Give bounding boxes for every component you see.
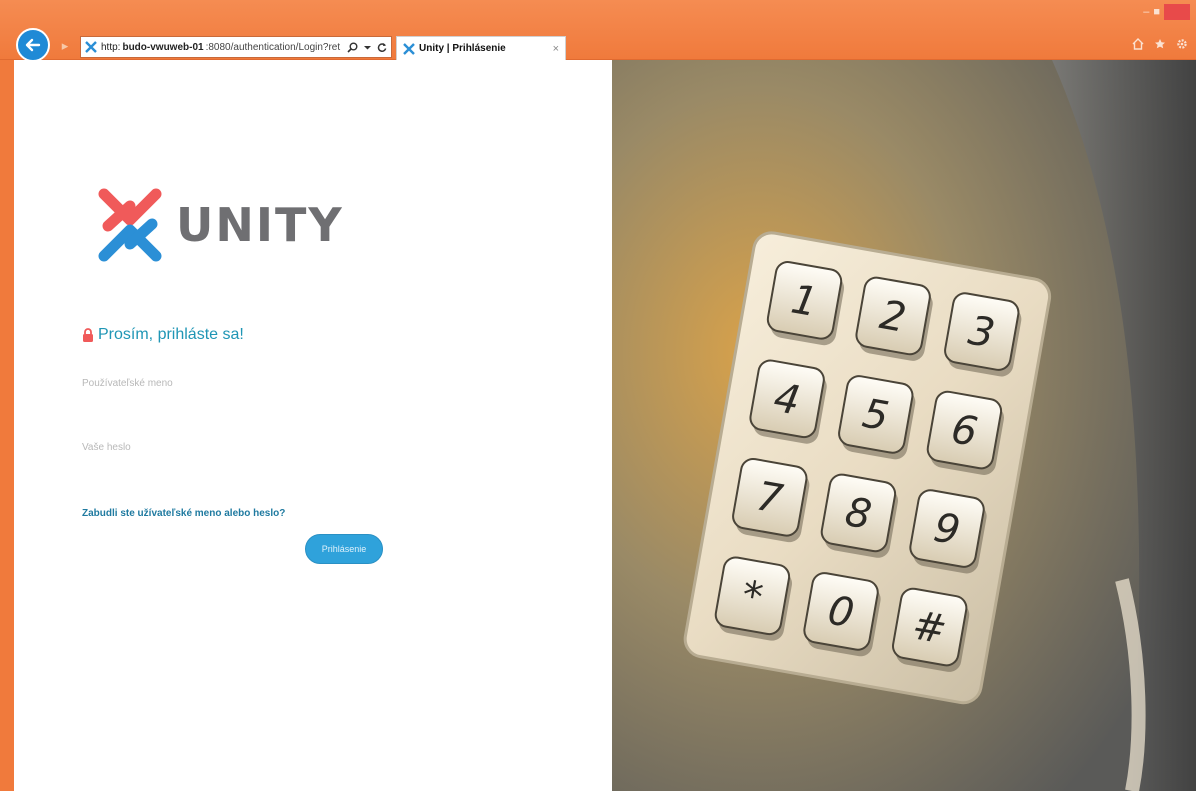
chevron-down-icon[interactable]: [364, 44, 371, 51]
minimize-icon[interactable]: –: [1143, 6, 1149, 18]
keypad-key: 8: [820, 473, 898, 558]
keypad-key: *: [714, 556, 792, 641]
window-controls: – ■: [1143, 4, 1190, 20]
forward-button[interactable]: ▸: [56, 38, 74, 54]
gear-icon[interactable]: [1176, 38, 1188, 50]
login-button[interactable]: Prihlásenie: [305, 534, 383, 564]
keypad-key: 0: [803, 572, 881, 657]
keypad-key: 1: [766, 261, 845, 346]
keypad-key: 2: [855, 276, 933, 361]
login-heading: Prosím, prihláste sa!: [82, 326, 244, 344]
refresh-icon[interactable]: [377, 42, 387, 53]
url-scheme: http:: [101, 41, 121, 53]
keypad-key: 7: [732, 457, 810, 543]
site-favicon: [85, 41, 97, 53]
home-icon[interactable]: [1132, 38, 1144, 50]
keypad-key: 9: [909, 489, 987, 574]
search-icon[interactable]: [347, 42, 358, 53]
login-panel: UNITY Prosím, prihláste sa! Zabudli ste …: [0, 60, 612, 791]
keypad-photo: 1 2 3 4 5 6 7 8 9 * 0 #: [612, 60, 1196, 791]
keypad-key: 6: [926, 390, 1004, 475]
unity-logo: UNITY: [94, 186, 344, 264]
site-favicon: [403, 42, 415, 55]
url-host: budo-vwuweb-01: [122, 41, 204, 53]
close-window-icon[interactable]: [1164, 4, 1190, 20]
login-heading-text: Prosím, prihláste sa!: [98, 326, 244, 343]
address-bar[interactable]: http: budo-vwuweb-01 :8080/authenticatio…: [80, 36, 392, 58]
unity-logo-mark: [98, 188, 162, 262]
star-icon[interactable]: [1154, 38, 1166, 50]
keypad-key: 5: [838, 375, 916, 460]
keypad-illustration: 1 2 3 4 5 6 7 8 9 * 0 #: [612, 60, 1196, 791]
address-bar-actions: [347, 42, 387, 53]
username-input[interactable]: [82, 370, 502, 396]
maximize-icon[interactable]: ■: [1153, 6, 1160, 18]
browser-toolbar: [1132, 38, 1188, 50]
password-input[interactable]: [82, 434, 502, 460]
back-arrow-icon: [25, 38, 41, 52]
keypad-key: 4: [749, 359, 827, 444]
lock-icon: [83, 328, 93, 342]
keypad-key: 3: [944, 292, 1022, 377]
tab-close-icon[interactable]: ×: [553, 43, 559, 55]
logo-wordmark: UNITY: [176, 198, 344, 252]
tab-title: Unity | Prihlásenie: [419, 43, 506, 54]
forgot-credentials-link[interactable]: Zabudli ste užívateľské meno alebo heslo…: [82, 508, 285, 519]
tab-unity-login[interactable]: Unity | Prihlásenie ×: [396, 36, 566, 60]
url-path: :8080/authentication/Login?ret: [205, 41, 341, 53]
keypad-key: #: [892, 587, 970, 672]
browser-chrome: ▸ http: budo-vwuweb-01 :8080/authenticat…: [0, 0, 1196, 62]
back-button[interactable]: [16, 28, 50, 62]
